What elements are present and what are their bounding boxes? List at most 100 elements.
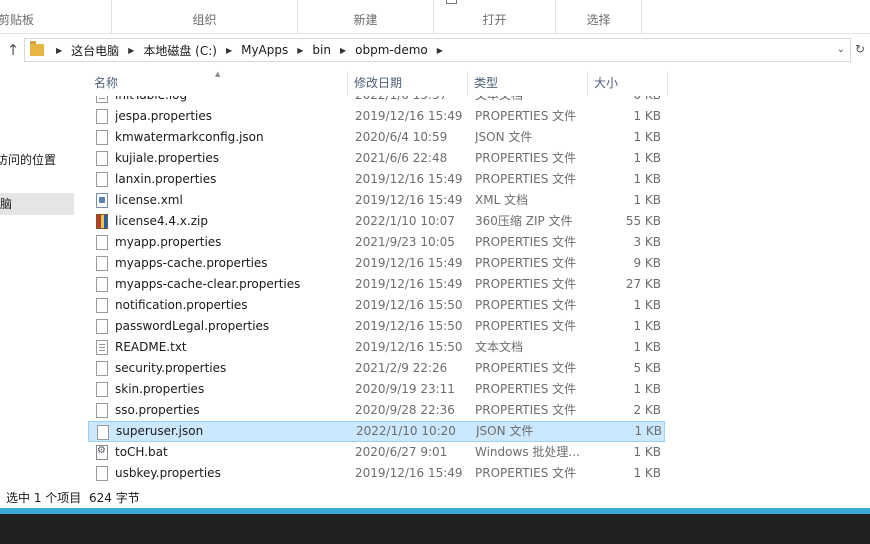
file-date: 2020/6/27 9:01 <box>355 445 448 459</box>
file-name: kujiale.properties <box>115 151 219 165</box>
file-icon <box>96 466 108 481</box>
file-type: PROPERTIES 文件 <box>475 403 577 417</box>
breadcrumb-myapps[interactable]: MyApps <box>237 43 292 57</box>
ribbon-group-new[interactable]: 新建 <box>298 0 434 34</box>
ribbon-group-clipboard[interactable]: 剪贴板 <box>0 0 112 34</box>
ribbon-group-label: 新建 <box>353 13 378 27</box>
file-date: 2021/6/6 22:48 <box>355 151 448 165</box>
file-name: myapps-cache.properties <box>115 256 268 270</box>
file-size: 1 KB <box>633 445 661 459</box>
chevron-right-icon[interactable]: ▶ <box>292 46 308 55</box>
file-icon <box>96 277 108 292</box>
file-row[interactable]: kujiale.properties 2021/6/6 22:48 PROPERTI… <box>88 148 665 169</box>
ribbon-group-organize[interactable]: 组织 <box>112 0 298 34</box>
breadcrumb-obpm-demo[interactable]: obpm-demo <box>351 43 432 57</box>
file-size: 1 KB <box>633 466 661 480</box>
file-size: 3 KB <box>633 235 661 249</box>
file-type: JSON 文件 <box>476 424 534 438</box>
file-date: 2019/12/16 15:49 <box>355 256 463 270</box>
file-row[interactable]: skin.properties 2020/9/19 23:11 PROPERTIES… <box>88 379 665 400</box>
file-date: 2022/1/10 10:20 <box>356 424 456 438</box>
file-icon <box>97 425 109 440</box>
ribbon-group-open[interactable]: 打开 <box>434 0 556 34</box>
ribbon-group-label: 打开 <box>482 13 507 27</box>
column-header-size[interactable]: 大小 <box>588 71 668 96</box>
breadcrumb-this-pc[interactable]: 这台电脑 <box>67 42 123 59</box>
file-date: 2020/9/19 23:11 <box>355 382 455 396</box>
file-type: PROPERTIES 文件 <box>475 256 577 270</box>
up-arrow-icon[interactable]: ↑ <box>4 41 22 59</box>
file-row[interactable]: jespa.properties 2019/12/16 15:49 PROPERTI… <box>88 106 665 127</box>
file-name: initTable.log <box>115 96 347 106</box>
file-size: 1 KB <box>633 319 661 333</box>
file-row[interactable]: myapps-cache-clear.properties 2019/12/16 … <box>88 274 665 295</box>
navigation-pane: 访问的位置 脑 <box>0 66 74 484</box>
file-name: jespa.properties <box>115 109 212 123</box>
file-row[interactable]: initTable.log 2022/1/6 15:37 文本文档0 KB <box>88 96 665 106</box>
chevron-right-icon[interactable]: ▶ <box>221 46 237 55</box>
file-name: superuser.json <box>116 424 204 438</box>
file-row[interactable]: notification.properties 2019/12/16 15:50 P… <box>88 295 665 316</box>
file-size: 27 KB <box>625 277 661 291</box>
file-icon <box>96 298 108 313</box>
file-row[interactable]: superuser.json 2022/1/10 10:20 JSON 文件 1 KB <box>88 421 665 442</box>
file-row[interactable]: license4.4.x.zip 2022/1/10 10:07 360压缩 ZIP… <box>88 211 665 232</box>
nav-item-this-pc[interactable]: 脑 <box>0 193 74 215</box>
breadcrumb-local-disk[interactable]: 本地磁盘 (C:) <box>139 42 221 59</box>
file-size: 1 KB <box>633 340 661 354</box>
file-row[interactable]: toCH.bat 2020/6/27 9:01 Windows 批处理... 1 KB <box>88 442 665 463</box>
text-file-icon <box>96 340 108 355</box>
file-row[interactable]: myapps-cache.properties 2019/12/16 15:49 P… <box>88 253 665 274</box>
file-type: XML 文档 <box>475 193 529 207</box>
chevron-down-icon[interactable]: ⌄ <box>834 42 848 58</box>
file-type: PROPERTIES 文件 <box>475 109 577 123</box>
ribbon-group-label: 组织 <box>192 13 217 27</box>
file-icon <box>96 319 108 334</box>
breadcrumb-bin[interactable]: bin <box>308 43 335 57</box>
file-date: 2019/12/16 15:49 <box>355 109 463 123</box>
file-date: 2019/12/16 15:49 <box>355 277 463 291</box>
chevron-right-icon[interactable]: ▶ <box>123 46 139 55</box>
text-file-icon <box>96 96 108 103</box>
file-name: license4.4.x.zip <box>115 214 208 228</box>
file-icon <box>96 109 108 124</box>
checkbox-icon[interactable] <box>446 0 457 4</box>
file-list[interactable]: initTable.log2022/1/6 15:37文本文档0 KBjespa… <box>88 96 668 484</box>
column-header-date[interactable]: 修改日期 <box>348 71 468 96</box>
chevron-right-icon[interactable]: ▶ <box>51 46 67 55</box>
file-icon <box>96 151 108 166</box>
file-icon <box>96 382 108 397</box>
file-row[interactable]: sso.properties 2020/9/28 22:36 PROPERTIES … <box>88 400 665 421</box>
file-type: 文本文档 <box>475 340 524 354</box>
file-type: PROPERTIES 文件 <box>475 151 577 165</box>
file-row[interactable]: license.xml 2019/12/16 15:49 XML 文档 1 KB <box>88 190 665 211</box>
ribbon-group-select[interactable]: 选择 <box>556 0 642 34</box>
column-header-type[interactable]: 类型 <box>468 71 588 96</box>
file-row[interactable]: passwordLegal.properties 2019/12/16 15:50… <box>88 316 665 337</box>
file-icon <box>96 361 108 376</box>
ribbon: 剪贴板 组织 新建 打开 选择 <box>0 0 870 34</box>
file-date: 2019/12/16 15:49 <box>355 172 463 186</box>
file-size: 2 KB <box>633 403 661 417</box>
file-row[interactable]: README.txt 2019/12/16 15:50 文本文档 1 KB <box>88 337 665 358</box>
file-row[interactable]: lanxin.properties 2019/12/16 15:49 PROPERT… <box>88 169 665 190</box>
file-row[interactable]: security.properties 2021/2/9 22:26 PROPERT… <box>88 358 665 379</box>
file-name: kmwatermarkconfig.json <box>115 130 264 144</box>
file-name: README.txt <box>115 340 187 354</box>
refresh-icon[interactable]: ↻ <box>855 42 865 56</box>
zip-archive-icon <box>96 214 108 229</box>
address-bar[interactable]: ▶ 这台电脑 ▶ 本地磁盘 (C:) ▶ MyApps ▶ bin ▶ obpm… <box>24 38 851 62</box>
file-row[interactable]: kmwatermarkconfig.json 2020/6/4 10:59 JSON… <box>88 127 665 148</box>
nav-item-recent-places[interactable]: 访问的位置 <box>0 149 70 171</box>
file-row[interactable]: usbkey.properties 2019/12/16 15:49 PROPERT… <box>88 463 665 484</box>
file-date: 2019/12/16 15:50 <box>355 319 463 333</box>
chevron-right-icon[interactable]: ▶ <box>335 46 351 55</box>
file-size: 1 KB <box>633 298 661 312</box>
file-size: 55 KB <box>625 214 661 228</box>
file-row[interactable]: myapp.properties 2021/9/23 10:05 PROPERTIE… <box>88 232 665 253</box>
file-name: skin.properties <box>115 382 205 396</box>
file-size: 1 KB <box>633 109 661 123</box>
file-type: 文本文档 <box>475 96 585 106</box>
file-type: PROPERTIES 文件 <box>475 361 577 375</box>
chevron-right-icon[interactable]: ▶ <box>432 46 448 55</box>
